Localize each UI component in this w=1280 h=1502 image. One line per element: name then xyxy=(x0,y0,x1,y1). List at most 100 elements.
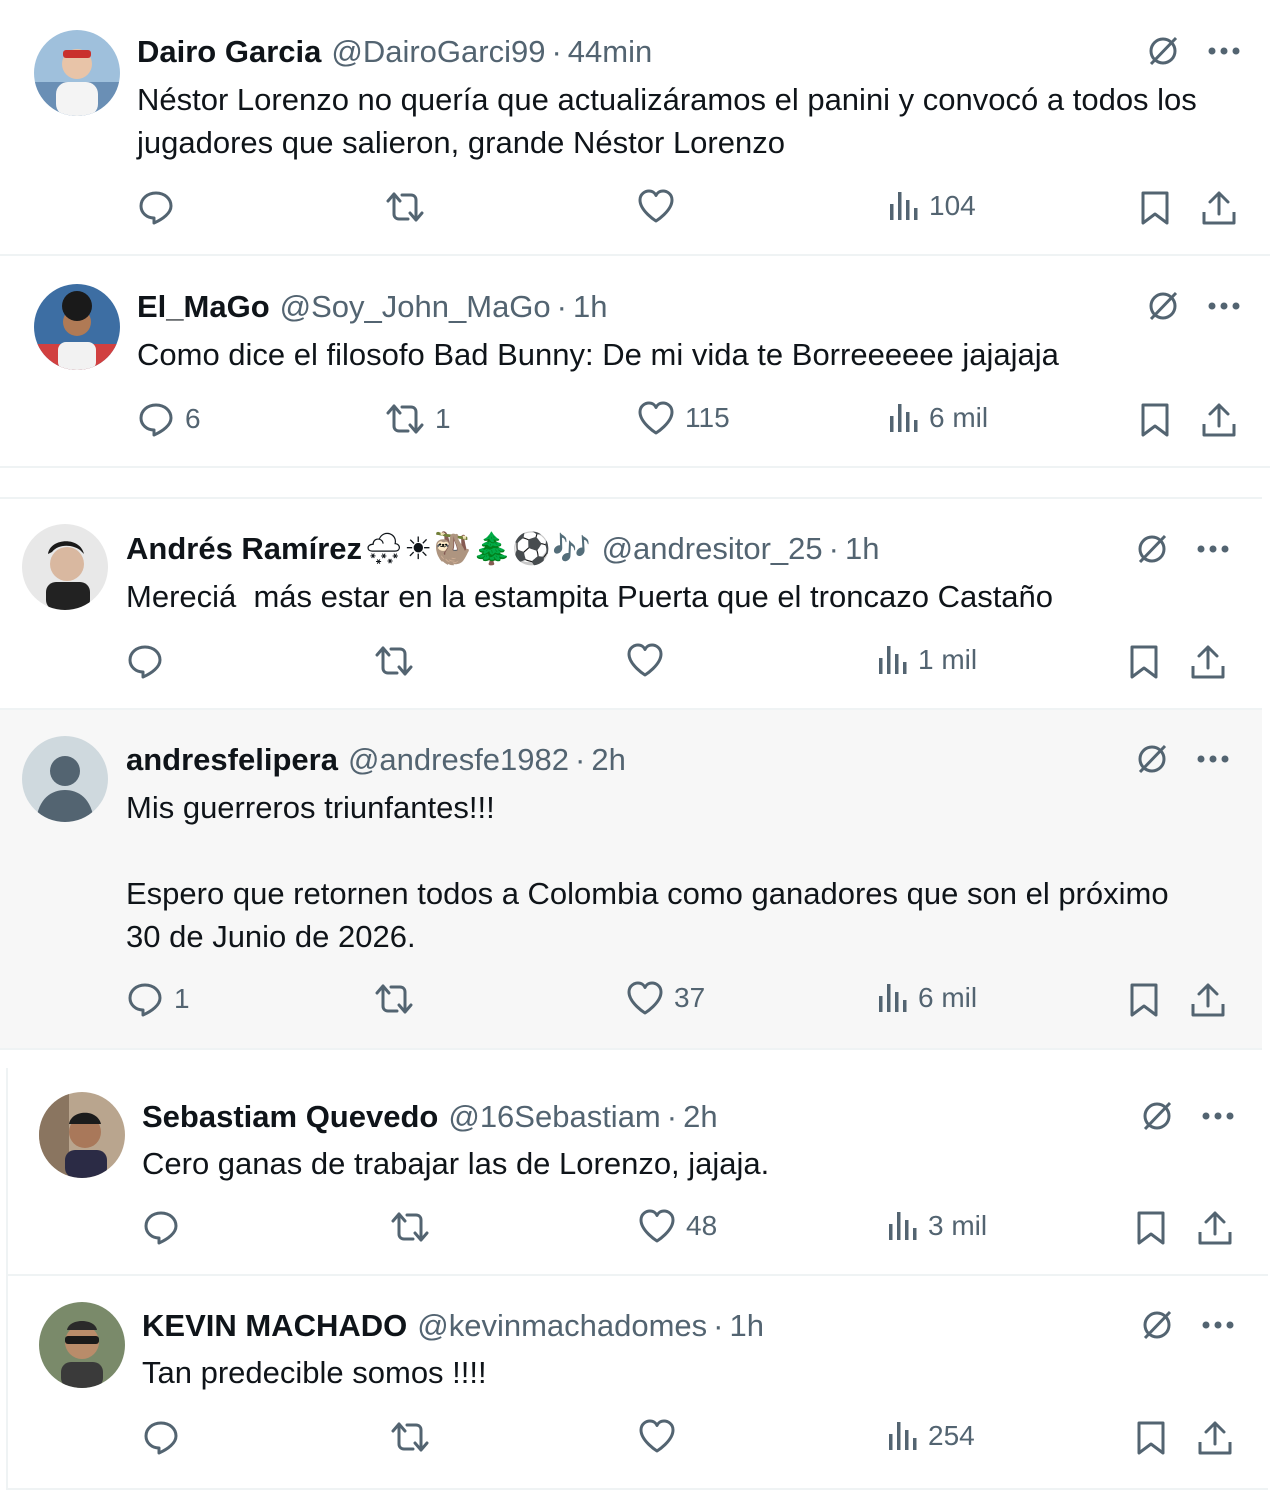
views-count: 104 xyxy=(929,190,976,221)
author-name[interactable]: andresfelipera xyxy=(126,740,338,780)
grok-icon[interactable] xyxy=(1139,1098,1175,1134)
views-button[interactable]: 254 xyxy=(888,1420,975,1452)
share-button[interactable] xyxy=(1201,190,1237,226)
avatar-default[interactable] xyxy=(22,736,108,822)
tweet[interactable]: El_MaGo @Soy_John_MaGo · 1h Como dice el… xyxy=(0,258,1270,468)
like-button[interactable]: 48 xyxy=(638,1208,717,1244)
more-options-icon[interactable] xyxy=(1207,301,1241,311)
reply-icon xyxy=(139,191,173,225)
heart-icon xyxy=(639,1209,675,1243)
author-handle[interactable]: @Soy_John_MaGo xyxy=(280,287,551,327)
bookmark-icon xyxy=(1130,645,1158,679)
tweet[interactable]: Andrés Ramírez 🌨☀🦥🌲⚽🎶 @andresitor_25 · 1… xyxy=(0,497,1262,710)
timestamp[interactable]: 2h xyxy=(591,740,625,780)
avatar[interactable] xyxy=(39,1302,125,1388)
bookmark-button[interactable] xyxy=(1140,402,1170,438)
bookmark-button[interactable] xyxy=(1129,982,1159,1018)
retweet-button[interactable] xyxy=(374,642,424,680)
timestamp[interactable]: 2h xyxy=(683,1097,717,1137)
retweet-button[interactable] xyxy=(374,980,424,1018)
retweet-button[interactable] xyxy=(385,188,435,226)
grok-icon[interactable] xyxy=(1134,741,1170,777)
reply-button[interactable] xyxy=(142,1208,190,1246)
views-button[interactable]: 6 mil xyxy=(889,402,988,434)
reply-icon xyxy=(128,983,162,1017)
reply-icon xyxy=(144,1421,178,1455)
reply-count: 1 xyxy=(174,983,190,1014)
timestamp[interactable]: 44min xyxy=(568,32,652,72)
like-button[interactable]: 115 xyxy=(637,400,730,436)
bookmark-button[interactable] xyxy=(1140,190,1170,226)
share-button[interactable] xyxy=(1190,644,1226,680)
tweet[interactable]: Sebastiam Quevedo @16Sebastiam · 2h Cero… xyxy=(6,1068,1268,1276)
author-handle[interactable]: @andresfe1982 xyxy=(348,740,569,780)
like-button[interactable] xyxy=(626,642,674,678)
bookmark-button[interactable] xyxy=(1129,644,1159,680)
views-button[interactable]: 3 mil xyxy=(888,1210,987,1242)
separator-dot: · xyxy=(551,34,562,69)
tweet-text: Mis guerreros triunfantes!!! Espero que … xyxy=(126,790,1169,954)
reply-button[interactable] xyxy=(137,188,185,226)
retweet-icon xyxy=(386,192,424,222)
author-handle[interactable]: @16Sebastiam xyxy=(448,1097,660,1137)
like-button[interactable] xyxy=(638,1418,686,1454)
retweet-button[interactable] xyxy=(390,1418,440,1456)
retweet-icon xyxy=(375,984,413,1014)
bookmark-button[interactable] xyxy=(1136,1420,1166,1456)
author-name[interactable]: El_MaGo xyxy=(137,287,270,327)
share-icon xyxy=(1202,191,1236,225)
name-emojis: 🌨☀🦥🌲⚽🎶 xyxy=(364,531,592,566)
avatar[interactable] xyxy=(39,1092,125,1178)
views-count: 1 mil xyxy=(918,644,978,675)
retweet-icon xyxy=(386,404,424,434)
reply-button[interactable]: 1 xyxy=(126,980,190,1018)
bookmark-button[interactable] xyxy=(1136,1210,1166,1246)
separator-dot: · xyxy=(713,1308,724,1343)
author-name[interactable]: Dairo Garcia xyxy=(137,32,321,72)
share-button[interactable] xyxy=(1201,402,1237,438)
reply-button[interactable] xyxy=(142,1418,190,1456)
more-options-icon[interactable] xyxy=(1196,754,1230,764)
tweet[interactable]: andresfelipera @andresfe1982 · 2h Mis gu… xyxy=(0,710,1262,1050)
share-icon xyxy=(1202,403,1236,437)
grok-icon[interactable] xyxy=(1145,288,1181,324)
like-button[interactable]: 37 xyxy=(626,980,705,1016)
reply-icon xyxy=(144,1211,178,1245)
more-options-icon[interactable] xyxy=(1201,1320,1235,1330)
reply-button[interactable] xyxy=(126,642,174,680)
author-name[interactable]: KEVIN MACHADO xyxy=(142,1306,407,1346)
retweet-button[interactable]: 1 xyxy=(385,400,451,438)
avatar[interactable] xyxy=(34,284,120,370)
grok-icon[interactable] xyxy=(1134,531,1170,567)
views-button[interactable]: 1 mil xyxy=(878,644,977,676)
bookmark-icon xyxy=(1137,1421,1165,1455)
author-handle[interactable]: @DairoGarci99 xyxy=(331,32,545,72)
timestamp[interactable]: 1h xyxy=(573,287,607,327)
more-options-icon[interactable] xyxy=(1201,1111,1235,1121)
share-button[interactable] xyxy=(1190,982,1226,1018)
author-handle[interactable]: @andresitor_25 xyxy=(602,529,823,569)
tweet-text: Néstor Lorenzo no quería que actualizára… xyxy=(137,82,1197,160)
timestamp[interactable]: 1h xyxy=(730,1306,764,1346)
share-button[interactable] xyxy=(1197,1420,1233,1456)
author-name[interactable]: Andrés Ramírez xyxy=(126,529,362,569)
tweet[interactable]: KEVIN MACHADO @kevinmachadomes · 1h Tan … xyxy=(6,1276,1268,1490)
retweet-button[interactable] xyxy=(390,1208,440,1246)
views-button[interactable]: 6 mil xyxy=(878,982,977,1014)
views-icon xyxy=(890,192,918,220)
author-name[interactable]: Sebastiam Quevedo xyxy=(142,1097,438,1137)
heart-icon xyxy=(627,981,663,1015)
grok-icon[interactable] xyxy=(1145,33,1181,69)
more-options-icon[interactable] xyxy=(1196,544,1230,554)
timestamp[interactable]: 1h xyxy=(845,529,879,569)
avatar[interactable] xyxy=(34,30,120,116)
views-button[interactable]: 104 xyxy=(889,190,976,222)
like-button[interactable] xyxy=(637,188,685,224)
more-options-icon[interactable] xyxy=(1207,46,1241,56)
author-handle[interactable]: @kevinmachadomes xyxy=(417,1306,707,1346)
share-button[interactable] xyxy=(1197,1210,1233,1246)
grok-icon[interactable] xyxy=(1139,1307,1175,1343)
reply-button[interactable]: 6 xyxy=(137,400,201,438)
avatar[interactable] xyxy=(22,524,108,610)
tweet[interactable]: Dairo Garcia @DairoGarci99 · 44min Nésto… xyxy=(0,0,1270,256)
